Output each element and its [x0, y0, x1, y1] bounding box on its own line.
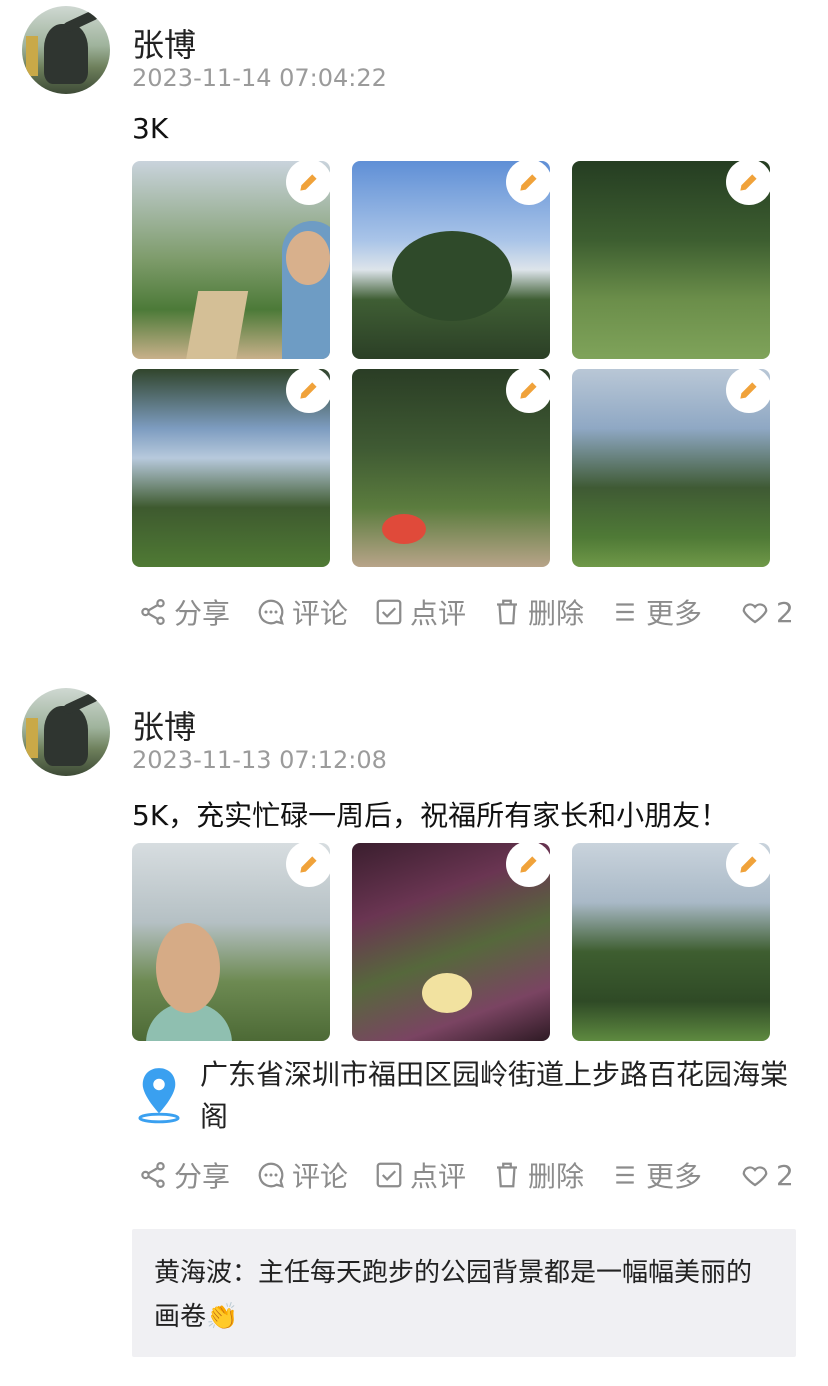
- pencil-icon: [740, 382, 757, 399]
- pencil-icon: [740, 856, 757, 873]
- post-actions: 分享 评论 点评 删除 更多 2: [138, 1155, 798, 1195]
- post-text: 5K，充实忙碌一周后，祝福所有家长和小朋友！: [132, 799, 729, 832]
- comment-text: 黄海波：主任每天跑步的公园背景都是一幅幅美丽的画卷👏: [154, 1258, 753, 1332]
- delete-button[interactable]: 删除: [492, 592, 584, 632]
- heart-icon: [742, 603, 768, 624]
- edit-photo-button[interactable]: [286, 369, 330, 413]
- review-button[interactable]: 点评: [374, 592, 466, 632]
- comment-label: 评论: [292, 1160, 349, 1193]
- photo-4[interactable]: [132, 369, 330, 567]
- share-icon: [141, 599, 165, 625]
- chat-bubble-icon: [258, 599, 284, 625]
- checkbox-icon: [376, 1162, 402, 1188]
- pencil-icon: [520, 856, 537, 873]
- pencil-icon: [740, 174, 757, 191]
- avatar[interactable]: [22, 688, 110, 776]
- author-name[interactable]: 张博: [132, 702, 196, 748]
- pencil-icon: [300, 174, 317, 191]
- post-text: 3K: [132, 112, 169, 145]
- checkbox-icon: [376, 599, 402, 625]
- delete-label: 删除: [528, 1160, 585, 1193]
- delete-button[interactable]: 删除: [492, 1155, 584, 1195]
- pencil-icon: [300, 856, 317, 873]
- share-button[interactable]: 分享: [138, 592, 230, 632]
- photo-3[interactable]: [572, 161, 770, 359]
- pencil-icon: [520, 382, 537, 399]
- share-label: 分享: [174, 1160, 231, 1193]
- comment-box[interactable]: 黄海波：主任每天跑步的公园背景都是一幅幅美丽的画卷👏: [132, 1229, 796, 1357]
- menu-icon: [616, 1166, 634, 1184]
- edit-photo-button[interactable]: [506, 161, 550, 205]
- heart-icon: [742, 1166, 768, 1187]
- pencil-icon: [520, 174, 537, 191]
- author-name[interactable]: 张博: [132, 20, 196, 66]
- photo-2[interactable]: [352, 843, 550, 1041]
- post-timestamp: 2023-11-14 07:04:22: [132, 64, 387, 92]
- like-button[interactable]: 2: [740, 1155, 794, 1195]
- more-label: 更多: [646, 597, 703, 630]
- edit-photo-button[interactable]: [506, 369, 550, 413]
- photo-3[interactable]: [572, 843, 770, 1041]
- review-label: 点评: [410, 1160, 467, 1193]
- trash-icon: [497, 1162, 517, 1188]
- share-icon: [141, 1162, 165, 1188]
- edit-photo-button[interactable]: [726, 161, 770, 205]
- more-label: 更多: [646, 1160, 703, 1193]
- edit-photo-button[interactable]: [506, 843, 550, 887]
- share-button[interactable]: 分享: [138, 1155, 230, 1195]
- location[interactable]: 广东省深圳市福田区园岭街道上步路百花园海棠阁: [136, 1054, 796, 1144]
- like-button[interactable]: 2: [740, 592, 794, 632]
- photo-5[interactable]: [352, 369, 550, 567]
- post-timestamp: 2023-11-13 07:12:08: [132, 746, 387, 774]
- share-label: 分享: [174, 597, 231, 630]
- edit-photo-button[interactable]: [286, 843, 330, 887]
- chat-bubble-icon: [258, 1162, 284, 1188]
- menu-icon: [616, 603, 634, 621]
- comment-label: 评论: [292, 597, 349, 630]
- comment-button[interactable]: 评论: [256, 1155, 348, 1195]
- pencil-icon: [300, 382, 317, 399]
- edit-photo-button[interactable]: [726, 843, 770, 887]
- trash-icon: [497, 599, 517, 625]
- photo-1[interactable]: [132, 843, 330, 1041]
- edit-photo-button[interactable]: [726, 369, 770, 413]
- location-pin-icon: [138, 1068, 180, 1124]
- review-label: 点评: [410, 597, 467, 630]
- photo-2[interactable]: [352, 161, 550, 359]
- review-button[interactable]: 点评: [374, 1155, 466, 1195]
- location-text[interactable]: 广东省深圳市福田区园岭街道上步路百花园海棠阁: [200, 1054, 800, 1138]
- photo-6[interactable]: [572, 369, 770, 567]
- avatar[interactable]: [22, 6, 110, 94]
- edit-photo-button[interactable]: [286, 161, 330, 205]
- like-count: 2: [776, 595, 794, 629]
- like-count: 2: [776, 1158, 794, 1192]
- more-button[interactable]: 更多: [610, 1155, 702, 1195]
- more-button[interactable]: 更多: [610, 592, 702, 632]
- delete-label: 删除: [528, 597, 585, 630]
- comment-button[interactable]: 评论: [256, 592, 348, 632]
- post-actions: 分享 评论 点评 删除 更多 2: [138, 592, 798, 632]
- photo-1[interactable]: [132, 161, 330, 359]
